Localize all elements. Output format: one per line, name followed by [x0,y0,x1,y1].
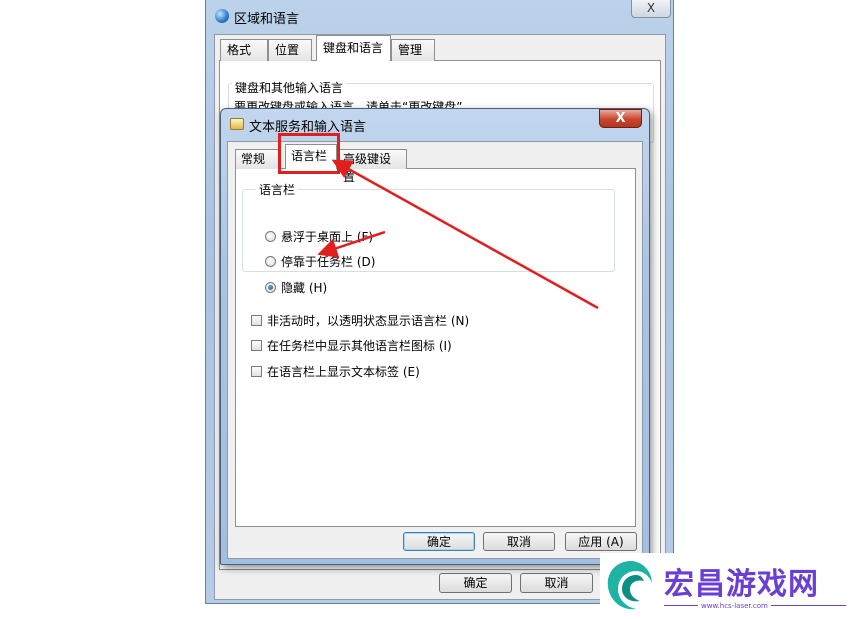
watermark-title: 宏昌游戏网 [664,567,819,602]
annotation-arrows [317,159,599,310]
watermark: 宏昌游戏网 www.hcs-laser.com [600,553,850,619]
watermark-url: www.hcs-laser.com [698,602,771,610]
dragon-logo-icon [607,561,652,610]
arrow-to-hidden-radio [317,230,386,258]
